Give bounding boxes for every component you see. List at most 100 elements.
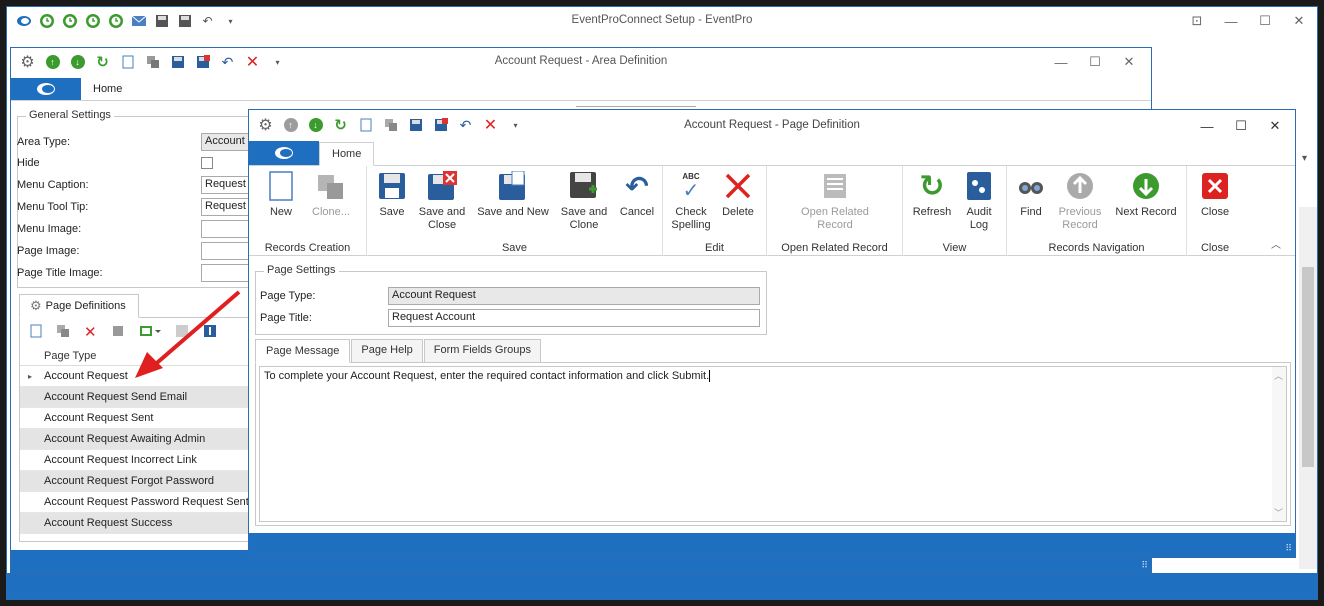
undo-icon[interactable]: ↶ [219,54,236,71]
clock-green-icon[interactable] [38,13,55,30]
clone-button[interactable]: Clone... [305,170,357,219]
editor-scrollbar[interactable]: ︿ ﹀ [1272,367,1286,521]
save-close-icon [426,170,458,202]
save-icon[interactable] [169,54,186,71]
table-row[interactable]: Account Request Sent [20,408,259,429]
save-close-icon[interactable] [194,54,211,71]
save-button[interactable]: Save [375,170,409,219]
page-type-field[interactable]: Account Request [388,287,760,305]
clock-icon[interactable] [107,13,124,30]
delete-icon[interactable]: ✕ [84,323,97,341]
tab-form-fields-groups[interactable]: Form Fields Groups [423,339,541,362]
maximize-icon[interactable]: ☐ [1083,52,1107,72]
next-record-button[interactable]: Next Record [1109,170,1183,219]
new-button[interactable]: New [261,170,301,219]
clock-icon[interactable] [84,13,101,30]
page-image-field[interactable] [201,242,249,260]
main-quick-access-toolbar: ↶ ▾ [7,7,239,35]
close-button[interactable]: Close [1193,170,1237,219]
refresh-button[interactable]: ↻ Refresh [909,170,955,219]
refresh-icon[interactable]: ↻ [332,117,349,134]
clone-icon[interactable] [56,324,70,341]
records-navigation-group: Find Previous Record Next Record Records… [1007,166,1187,256]
refresh-icon[interactable]: ↻ [94,54,111,71]
hide-checkbox[interactable] [201,157,213,169]
menu-tooltip-field[interactable]: Request [201,198,249,216]
table-row[interactable]: Account Request Awaiting Admin [20,429,259,450]
close-icon[interactable]: ✕ [1263,116,1287,136]
tab-page-help[interactable]: Page Help [351,339,423,362]
table-row[interactable]: Account Request Success [20,513,259,534]
area-type-field[interactable]: Account [201,133,249,151]
undo-icon[interactable]: ↶ [199,13,216,30]
table-row[interactable]: Account Request Password Request Sent [20,492,259,513]
delete-icon[interactable]: ✕ [482,117,499,134]
save-close-icon[interactable] [176,13,193,30]
new-icon[interactable] [357,117,374,134]
open-related-record-button[interactable]: Open Related Record [789,170,881,232]
close-icon[interactable]: ✕ [1117,52,1141,72]
collapse-ribbon-icon[interactable]: ︿ [1271,236,1281,251]
resize-grip-icon[interactable]: ⠿ [1141,560,1148,571]
customize-qat-icon[interactable]: ▾ [269,54,286,71]
page-title-field[interactable]: Request Account [388,309,760,327]
page-message-editor[interactable]: To complete your Account Request, enter … [259,366,1287,522]
arrow-down-icon[interactable]: ↓ [69,54,86,71]
undo-icon[interactable]: ↶ [457,117,474,134]
arrow-up-icon[interactable]: ↑ [282,117,299,134]
mail-icon[interactable] [130,13,147,30]
customize-qat-icon[interactable]: ▾ [507,117,524,134]
save-icon[interactable] [153,13,170,30]
tab-page-message[interactable]: Page Message [255,339,351,363]
arrow-up-icon[interactable]: ↑ [44,54,61,71]
table-row[interactable]: Account Request Send Email [20,387,259,408]
new-icon[interactable] [119,54,136,71]
page-type-cell: Account Request Forgot Password [44,475,214,487]
clone-icon[interactable] [144,54,161,71]
main-right-scrollbar[interactable] [1299,207,1317,569]
maximize-icon[interactable]: ☐ [1253,11,1277,31]
delete-icon[interactable]: ✕ [244,54,261,71]
save-and-close-button[interactable]: Save and Close [415,170,469,232]
pin-icon[interactable]: ⊡ [1185,11,1209,31]
maximize-icon[interactable]: ☐ [1229,116,1253,136]
page-title-image-field[interactable] [201,264,249,282]
save-clone-icon [568,170,600,202]
previous-record-button[interactable]: Previous Record [1055,170,1105,232]
save-icon[interactable] [407,117,424,134]
save-and-new-button[interactable]: Save and New [475,170,551,219]
delete-button[interactable]: Delete [717,170,759,219]
minimize-icon[interactable]: — [1219,11,1243,31]
page-home-tab[interactable]: Home [319,142,375,166]
menu-image-field[interactable] [201,220,249,238]
menu-caption-field[interactable]: Request [201,176,249,194]
close-icon[interactable]: ✕ [1287,11,1311,31]
next-record-label: Next Record [1115,206,1177,218]
audit-log-button[interactable]: Audit Log [959,170,999,232]
find-button[interactable]: Find [1011,170,1051,219]
check-spelling-button[interactable]: ABC ✓ Check Spelling [669,170,713,232]
arrow-down-icon[interactable]: ↓ [307,117,324,134]
minimize-icon[interactable]: — [1195,116,1219,136]
save-close-icon[interactable] [432,117,449,134]
customize-qat-icon[interactable]: ▾ [222,13,239,30]
table-row[interactable]: Account Request Incorrect Link [20,450,259,471]
new-icon[interactable] [30,324,42,341]
copy-icon[interactable] [111,324,125,341]
resize-grip-icon[interactable]: ⠿ [1285,543,1292,554]
binoculars-icon [1015,170,1047,202]
page-definitions-tab[interactable]: ⚙ Page Definitions [19,294,139,318]
area-home-tab[interactable]: Home [81,78,134,100]
menu-image-label: Menu Image: [17,223,82,235]
clone-icon[interactable] [382,117,399,134]
clock-icon[interactable] [61,13,78,30]
cancel-button[interactable]: ↶ Cancel [617,170,657,219]
gear-icon[interactable]: ⚙ [19,54,36,71]
minimize-icon[interactable]: — [1049,52,1073,72]
app-menu-button[interactable] [249,141,319,165]
app-menu-button[interactable] [11,78,81,100]
table-row[interactable]: Account Request Forgot Password [20,471,259,492]
gear-icon[interactable]: ⚙ [257,117,274,134]
save-and-clone-button[interactable]: Save and Clone [557,170,611,232]
app-logo-icon [15,13,32,30]
